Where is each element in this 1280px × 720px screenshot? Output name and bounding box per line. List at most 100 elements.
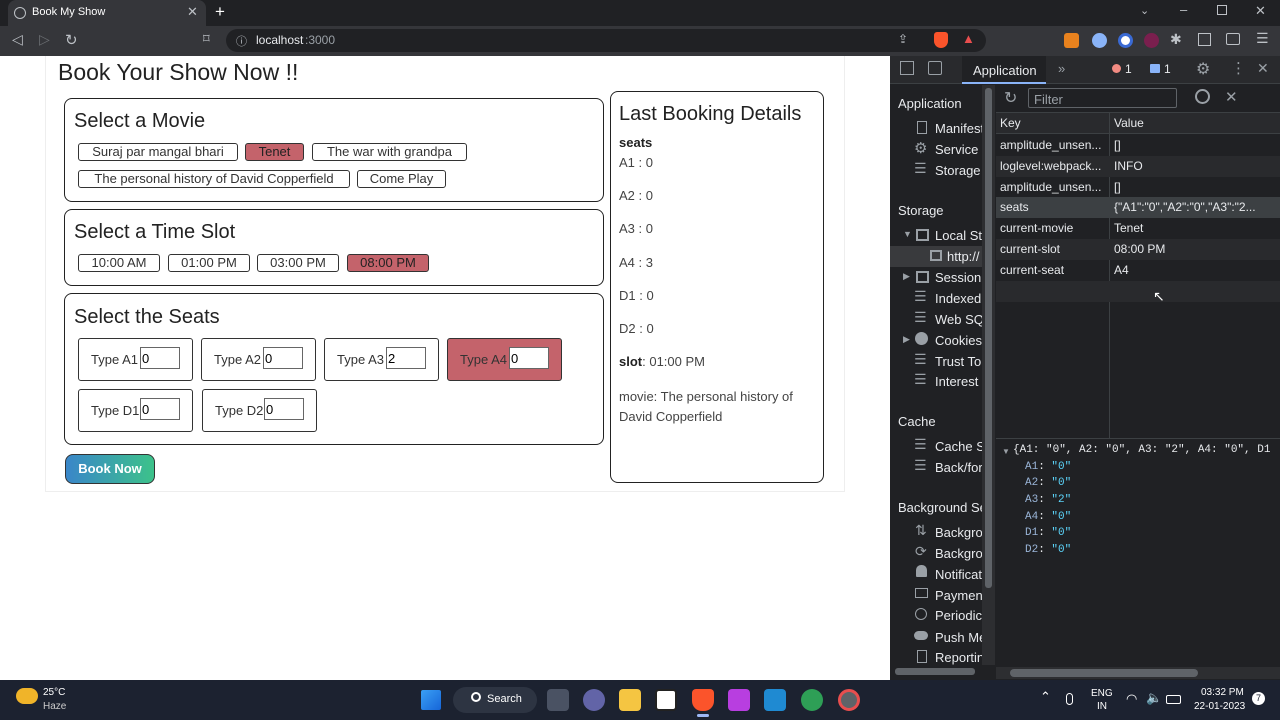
clear-all-icon[interactable] xyxy=(1195,89,1210,104)
seat-quantity-input[interactable] xyxy=(264,398,304,420)
extension-icon-4[interactable] xyxy=(1144,33,1159,48)
preview-hscroll-thumb[interactable] xyxy=(1010,669,1198,677)
sidebar-item-manifest[interactable]: Manifest xyxy=(935,121,982,136)
preview-expand-icon[interactable]: ▼ xyxy=(1002,447,1010,456)
kebab-menu-icon[interactable]: ⋮ xyxy=(1231,59,1246,77)
metamask-icon[interactable] xyxy=(1064,33,1079,48)
seat-type-d1[interactable]: Type D1 xyxy=(78,389,193,432)
extension-icon-3[interactable] xyxy=(1118,33,1133,48)
filter-input[interactable]: Filter xyxy=(1028,88,1177,108)
extensions-puzzle-icon[interactable]: ✱ xyxy=(1170,31,1182,48)
seat-quantity-input[interactable] xyxy=(263,347,303,369)
table-row[interactable]: current-seat A4 xyxy=(996,260,1280,281)
column-header-value[interactable]: Value xyxy=(1114,116,1144,130)
sidebar-item-push-messaging[interactable]: Push Me xyxy=(935,630,982,645)
refresh-icon[interactable]: ↻ xyxy=(1004,88,1017,108)
sidebar-item-session-storage[interactable]: Session S xyxy=(935,270,982,285)
sidebar-hscroll[interactable] xyxy=(895,668,975,675)
address-bar[interactable]: ⓘ localhost :3000 ⇪ ▲ xyxy=(226,29,986,52)
file-explorer-icon[interactable] xyxy=(619,689,641,711)
seat-type-a4-selected[interactable]: Type A4 xyxy=(447,338,562,381)
clock-time[interactable]: 03:32 PM xyxy=(1201,687,1244,698)
weather-icon[interactable] xyxy=(16,688,38,704)
devtools-tab-application[interactable]: Application xyxy=(962,56,1046,84)
table-row[interactable]: amplitude_unsen... [] xyxy=(996,135,1280,156)
sidebar-item-periodic-sync[interactable]: Periodic xyxy=(935,608,982,623)
battery-icon[interactable] xyxy=(1166,695,1181,704)
microphone-icon[interactable] xyxy=(1066,693,1073,705)
sidebar-item-payment-handler[interactable]: Payment xyxy=(935,588,982,603)
close-devtools-icon[interactable]: ✕ xyxy=(1257,60,1269,77)
new-tab-icon[interactable]: + xyxy=(215,2,225,22)
browser-tab[interactable]: Book My Show ✕ xyxy=(8,0,206,26)
delete-selected-icon[interactable]: ✕ xyxy=(1225,88,1238,106)
seat-type-d2[interactable]: Type D2 xyxy=(202,389,317,432)
brave-browser-icon[interactable] xyxy=(692,689,714,711)
share-icon[interactable]: ⇪ xyxy=(898,32,908,46)
inspect-icon[interactable] xyxy=(900,61,914,75)
slot-option[interactable]: 01:00 PM xyxy=(168,254,250,272)
weather-temp[interactable]: 25°C xyxy=(43,687,65,698)
expand-arrow-icon[interactable]: ▼ xyxy=(903,229,912,239)
seat-type-a2[interactable]: Type A2 xyxy=(201,338,316,381)
book-now-button[interactable]: Book Now xyxy=(65,454,155,484)
sidebar-item-interest-groups[interactable]: Interest xyxy=(935,374,982,389)
sidebar-item-storage[interactable]: Storage xyxy=(935,163,982,178)
slot-option[interactable]: 03:00 PM xyxy=(257,254,339,272)
volume-icon[interactable]: 🔈 xyxy=(1146,690,1162,706)
movie-option[interactable]: The war with grandpa xyxy=(312,143,467,161)
teams-chat-icon[interactable] xyxy=(583,689,605,711)
seat-quantity-input[interactable] xyxy=(509,347,549,369)
site-info-icon[interactable]: ⓘ xyxy=(236,33,247,49)
maximize-icon[interactable] xyxy=(1217,5,1227,15)
notification-badge[interactable]: 7 xyxy=(1252,692,1265,705)
vscode-icon[interactable] xyxy=(764,689,786,711)
close-tab-icon[interactable]: ✕ xyxy=(187,4,198,20)
back-icon[interactable]: ◁ xyxy=(12,31,23,48)
reload-icon[interactable]: ↻ xyxy=(65,31,78,49)
error-icon[interactable] xyxy=(1112,64,1121,73)
minimize-icon[interactable]: – xyxy=(1180,2,1187,17)
tab-search-icon[interactable]: ⌄ xyxy=(1140,4,1149,17)
sidebar-item-web-sql[interactable]: Web SQL xyxy=(935,312,982,327)
column-header-key[interactable]: Key xyxy=(1000,116,1021,130)
notion-icon[interactable] xyxy=(655,689,677,711)
menu-icon[interactable]: ☰ xyxy=(1256,30,1269,47)
table-row[interactable]: current-movie Tenet xyxy=(996,218,1280,239)
intellij-icon[interactable] xyxy=(728,689,750,711)
sidebar-item-back-forward-cache[interactable]: Back/for xyxy=(935,460,982,475)
movie-option[interactable]: The personal history of David Copperfiel… xyxy=(78,170,350,188)
sidebar-icon[interactable] xyxy=(1198,33,1211,46)
slot-option[interactable]: 10:00 AM xyxy=(78,254,160,272)
slot-option-selected[interactable]: 08:00 PM xyxy=(347,254,429,272)
sidebar-item-background-sync[interactable]: Backgro xyxy=(935,546,982,561)
movie-option[interactable]: Come Play xyxy=(357,170,446,188)
bookmark-icon[interactable]: ⌑ xyxy=(203,31,210,47)
table-row[interactable]: amplitude_unsen... [] xyxy=(996,177,1280,198)
more-tabs-icon[interactable]: » xyxy=(1058,61,1065,76)
seat-quantity-input[interactable] xyxy=(140,347,180,369)
sidebar-item-trust-tokens[interactable]: Trust Tok xyxy=(935,354,982,369)
sidebar-item-local-storage[interactable]: Local Sto xyxy=(935,228,982,243)
sidebar-item-origin[interactable]: http:// xyxy=(947,249,982,264)
chevron-up-icon[interactable]: ⌃ xyxy=(1040,689,1051,705)
sidebar-item-cache-storage[interactable]: Cache St xyxy=(935,439,982,454)
table-row[interactable]: loglevel:webpack... INFO xyxy=(996,156,1280,177)
seat-type-a3[interactable]: Type A3 xyxy=(324,338,439,381)
brave-rewards-icon[interactable]: ▲ xyxy=(962,31,975,46)
task-view-icon[interactable] xyxy=(547,689,569,711)
node-icon[interactable] xyxy=(801,689,823,711)
sidebar-scroll-thumb[interactable] xyxy=(985,88,992,588)
wifi-icon[interactable]: ◠ xyxy=(1126,691,1137,707)
close-window-icon[interactable]: ✕ xyxy=(1255,3,1266,19)
sidebar-item-reporting-api[interactable]: Reportin xyxy=(935,650,982,665)
forward-icon[interactable]: ▷ xyxy=(39,31,50,48)
sidebar-item-background-fetch[interactable]: Backgro xyxy=(935,525,982,540)
seat-type-a1[interactable]: Type A1 xyxy=(78,338,193,381)
seat-quantity-input[interactable] xyxy=(386,347,426,369)
start-icon[interactable] xyxy=(421,690,441,710)
extension-icon-2[interactable] xyxy=(1092,33,1107,48)
language-line1[interactable]: ENG xyxy=(1091,688,1113,699)
chrome-icon[interactable] xyxy=(838,689,860,711)
sidebar-item-indexeddb[interactable]: IndexedD xyxy=(935,291,982,306)
